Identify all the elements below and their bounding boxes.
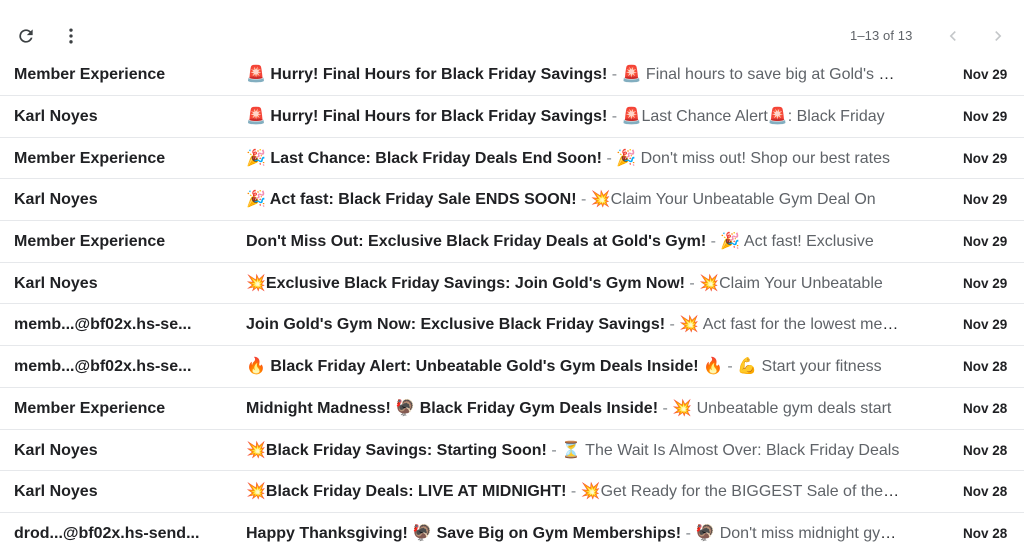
email-snippet: 💪 Start your fitness bbox=[737, 358, 882, 376]
email-content: 💥Black Friday Savings: Starting Soon! - … bbox=[246, 430, 900, 471]
email-separator: - bbox=[607, 66, 622, 83]
pagination-count: 1–13 of 13 bbox=[850, 28, 913, 43]
email-row[interactable]: Karl Noyes 💥Black Friday Savings: Startin… bbox=[0, 430, 1024, 472]
email-subject: 🔥 Black Friday Alert: Unbeatable Gold's … bbox=[246, 358, 723, 376]
older-button[interactable] bbox=[984, 22, 1012, 50]
email-content: 💥Black Friday Deals: LIVE AT MIDNIGHT! -… bbox=[246, 471, 900, 512]
email-date: Nov 28 bbox=[963, 359, 1008, 375]
toolbar: 1–13 of 13 bbox=[0, 0, 1024, 62]
email-sender: Member Experience bbox=[14, 66, 166, 83]
email-sender: Member Experience bbox=[14, 233, 166, 251]
email-row[interactable]: Member Experience Midnight Madness! 🦃 Bla… bbox=[0, 388, 1024, 430]
email-subject: 🎉 Act fast: Black Friday Sale ENDS SOON! bbox=[246, 191, 577, 209]
email-content: 🚨 Hurry! Final Hours for Black Friday Sa… bbox=[246, 54, 900, 95]
email-snippet: 🦃 Don't miss midnight gym deals bbox=[695, 524, 900, 542]
email-date: Nov 28 bbox=[963, 442, 1008, 458]
email-subject: 🚨 Hurry! Final Hours for Black Friday Sa… bbox=[246, 66, 608, 83]
email-row[interactable]: Karl Noyes 💥Exclusive Black Friday Saving… bbox=[0, 263, 1024, 305]
email-row[interactable]: Karl Noyes 💥Black Friday Deals: LIVE AT M… bbox=[0, 471, 1024, 513]
email-date: Nov 29 bbox=[963, 317, 1008, 333]
email-sender: Karl Noyes bbox=[14, 441, 98, 459]
chevron-left-icon bbox=[949, 31, 956, 41]
email-content: Midnight Madness! 🦃 Black Friday Gym Dea… bbox=[246, 388, 900, 429]
email-separator: - bbox=[658, 399, 673, 417]
email-snippet: 🎉 Don't miss out! Shop our best rates bbox=[616, 149, 890, 167]
email-separator: - bbox=[722, 358, 738, 376]
email-content: Don't Miss Out: Exclusive Black Friday D… bbox=[246, 221, 900, 262]
email-separator: - bbox=[566, 483, 581, 501]
email-date: Nov 28 bbox=[963, 400, 1008, 416]
email-date: Nov 29 bbox=[963, 109, 1008, 124]
email-subject: 🚨 Hurry! Final Hours for Black Friday Sa… bbox=[246, 108, 608, 125]
email-row[interactable]: drod...@bf02x.hs-send... Happy Thanksgivi… bbox=[0, 513, 1024, 552]
email-date: Nov 29 bbox=[963, 150, 1008, 166]
email-row[interactable]: Member Experience 🎉 Last Chance: Black Fr… bbox=[0, 138, 1024, 180]
email-date: Nov 29 bbox=[963, 67, 1008, 82]
email-snippet: 💥Claim Your Unbeatable Gym Deal On bbox=[590, 191, 876, 209]
email-content: Happy Thanksgiving! 🦃 Save Big on Gym Me… bbox=[246, 513, 900, 552]
email-row[interactable]: Member Experience 🚨 Hurry! Final Hours fo… bbox=[0, 55, 1024, 96]
email-snippet: 💥 Unbeatable gym deals start bbox=[672, 399, 892, 417]
email-content: 🎉 Act fast: Black Friday Sale ENDS SOON!… bbox=[246, 179, 900, 220]
email-content: 💥Exclusive Black Friday Savings: Join Go… bbox=[246, 263, 900, 304]
email-sender: Member Experience bbox=[14, 149, 166, 167]
email-row[interactable]: Karl Noyes 🎉 Act fast: Black Friday Sale … bbox=[0, 179, 1024, 222]
email-date: Nov 28 bbox=[963, 525, 1008, 541]
newer-button[interactable] bbox=[939, 22, 967, 50]
email-list: Member Experience 🚨 Hurry! Final Hours fo… bbox=[0, 55, 1024, 552]
email-subject: Don't Miss Out: Exclusive Black Friday D… bbox=[246, 233, 707, 251]
email-row[interactable]: Member Experience Don't Miss Out: Exclusi… bbox=[0, 221, 1024, 263]
email-date: Nov 28 bbox=[963, 484, 1008, 500]
email-separator: - bbox=[607, 108, 622, 125]
email-sender: Karl Noyes bbox=[14, 483, 98, 501]
email-date: Nov 29 bbox=[963, 192, 1008, 208]
refresh-button[interactable] bbox=[12, 22, 40, 50]
email-sender: Member Experience bbox=[14, 399, 166, 417]
email-sender: Karl Noyes bbox=[14, 274, 98, 292]
email-snippet: 💥Claim Your Unbeatable bbox=[699, 274, 883, 292]
email-snippet: 💥Get Ready for the BIGGEST Sale of the Y… bbox=[580, 483, 900, 501]
email-subject: 💥Black Friday Savings: Starting Soon! bbox=[246, 441, 547, 459]
email-subject: 💥Black Friday Deals: LIVE AT MIDNIGHT! bbox=[246, 483, 567, 501]
email-snippet: 🎉 Act fast! Exclusive bbox=[720, 233, 874, 251]
email-row[interactable]: memb...@bf02x.hs-se... Join Gold's Gym No… bbox=[0, 304, 1024, 347]
email-subject: Midnight Madness! 🦃 Black Friday Gym Dea… bbox=[246, 399, 659, 417]
email-sender: drod...@bf02x.hs-send... bbox=[14, 524, 200, 542]
email-sender: memb...@bf02x.hs-se... bbox=[14, 358, 192, 376]
email-row[interactable]: memb...@bf02x.hs-se... 🔥 Black Friday Ale… bbox=[0, 346, 1024, 388]
refresh-icon bbox=[19, 29, 33, 43]
chevron-right-icon bbox=[995, 31, 1002, 41]
email-separator: - bbox=[665, 316, 680, 334]
email-snippet: 🚨Last Chance Alert🚨: Black Friday bbox=[621, 108, 885, 125]
email-content: 🎉 Last Chance: Black Friday Deals End So… bbox=[246, 138, 900, 179]
email-sender: Karl Noyes bbox=[14, 108, 98, 125]
email-subject: 🎉 Last Chance: Black Friday Deals End So… bbox=[246, 149, 603, 167]
email-separator: - bbox=[684, 274, 700, 292]
email-snippet: 🚨 Final hours to save big at Gold's Gym bbox=[621, 66, 900, 83]
email-subject: Join Gold's Gym Now: Exclusive Black Fri… bbox=[246, 316, 666, 334]
email-snippet: 💥 Act fast for the lowest membership bbox=[679, 316, 900, 334]
email-separator: - bbox=[546, 441, 562, 459]
more-vert-icon bbox=[69, 28, 73, 44]
email-subject: 💥Exclusive Black Friday Savings: Join Go… bbox=[246, 274, 685, 292]
email-date: Nov 29 bbox=[963, 234, 1008, 250]
email-content: 🚨 Hurry! Final Hours for Black Friday Sa… bbox=[246, 96, 900, 137]
email-date: Nov 29 bbox=[963, 275, 1008, 291]
email-content: 🔥 Black Friday Alert: Unbeatable Gold's … bbox=[246, 346, 900, 387]
email-separator: - bbox=[706, 233, 721, 251]
email-snippet: ⏳ The Wait Is Almost Over: Black Friday … bbox=[561, 441, 900, 459]
email-separator: - bbox=[681, 524, 696, 542]
email-sender: memb...@bf02x.hs-se... bbox=[14, 316, 192, 334]
email-sender: Karl Noyes bbox=[14, 191, 98, 209]
email-separator: - bbox=[602, 149, 617, 167]
email-content: Join Gold's Gym Now: Exclusive Black Fri… bbox=[246, 304, 900, 345]
more-options-button[interactable] bbox=[57, 22, 85, 50]
email-separator: - bbox=[576, 191, 591, 209]
email-row[interactable]: Karl Noyes 🚨 Hurry! Final Hours for Black… bbox=[0, 96, 1024, 138]
email-subject: Happy Thanksgiving! 🦃 Save Big on Gym Me… bbox=[246, 524, 682, 542]
